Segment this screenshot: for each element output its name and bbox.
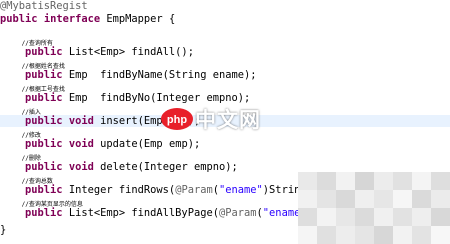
- mosaic-tile: [298, 172, 317, 190]
- php-logo-icon: php: [161, 108, 193, 130]
- mosaic-tile: [393, 190, 412, 208]
- code-text: update(Emp emp);: [93, 138, 201, 150]
- string-literal: "ename": [219, 184, 263, 196]
- keyword: public: [25, 46, 63, 58]
- keyword: public: [25, 138, 63, 150]
- mosaic-tile: [412, 172, 431, 190]
- mosaic-tile: [431, 172, 450, 190]
- mosaic-tile: [336, 208, 355, 226]
- code-text: List<Emp> findAll();: [62, 46, 194, 58]
- mosaic-tile: [317, 190, 336, 208]
- code-text: Emp findByName(String ename);: [62, 69, 257, 81]
- php-watermark: php 中文网: [160, 105, 264, 135]
- mosaic-tile: [355, 190, 374, 208]
- mosaic-tile: [298, 190, 317, 208]
- mosaic-tile: [431, 208, 450, 226]
- code-line: public Emp findByNo(Integer empno);: [0, 92, 250, 104]
- annotation: @MybatisRegist: [0, 0, 88, 12]
- code-text: }: [0, 224, 7, 236]
- mosaic-tile: [374, 172, 393, 190]
- code-text: Emp findByNo(Integer empno);: [62, 92, 251, 104]
- pixelated-mosaic: [298, 172, 450, 244]
- code-text: List<Emp> findAllByPage(: [62, 207, 219, 219]
- mosaic-tile: [412, 190, 431, 208]
- keyword: void: [68, 115, 94, 127]
- code-line: public List<Emp> findAllByPage(@Param("e…: [0, 207, 307, 219]
- keyword: public: [25, 115, 63, 127]
- code-line: public interface EmpMapper {: [0, 13, 175, 25]
- mosaic-tile: [374, 226, 393, 244]
- mosaic-tile: [412, 226, 431, 244]
- keyword: public: [25, 161, 63, 173]
- code-line: public void delete(Integer empno);: [0, 161, 238, 173]
- annotation: @Param: [218, 207, 257, 219]
- mosaic-tile: [374, 190, 393, 208]
- keyword: public: [25, 69, 63, 81]
- keyword: interface: [43, 13, 101, 25]
- code-text: Integer findRows(: [62, 184, 176, 196]
- mosaic-tile: [355, 172, 374, 190]
- keyword: public: [25, 207, 63, 219]
- mosaic-tile: [317, 208, 336, 226]
- keyword: void: [68, 138, 94, 150]
- mosaic-tile: [393, 208, 412, 226]
- mosaic-tile: [317, 172, 336, 190]
- keyword: void: [68, 161, 94, 173]
- annotation: @Param: [175, 184, 213, 196]
- keyword: public: [25, 184, 63, 196]
- code-line: public Emp findByName(String ename);: [0, 69, 257, 81]
- mosaic-tile: [355, 226, 374, 244]
- php-logo-text: php: [167, 114, 187, 126]
- mosaic-tile: [336, 226, 355, 244]
- mosaic-tile: [336, 190, 355, 208]
- mosaic-tile: [393, 226, 412, 244]
- code-line: public Integer findRows(@Param("ename")S…: [0, 184, 307, 196]
- mosaic-tile: [298, 226, 317, 244]
- mosaic-tile: [431, 226, 450, 244]
- code-line: public void update(Emp emp);: [0, 138, 200, 150]
- code-text: EmpMapper {: [100, 13, 176, 25]
- mosaic-tile: [355, 208, 374, 226]
- mosaic-tile: [374, 208, 393, 226]
- mosaic-tile: [298, 208, 317, 226]
- code-line: }: [0, 224, 6, 236]
- mosaic-tile: [336, 172, 355, 190]
- mosaic-tile: [317, 226, 336, 244]
- code-line: @MybatisRegist: [0, 0, 88, 12]
- mosaic-tile: [412, 208, 431, 226]
- code-text: delete(Integer empno);: [93, 161, 238, 173]
- keyword: public: [25, 92, 63, 104]
- mosaic-tile: [431, 190, 450, 208]
- keyword: public: [0, 13, 38, 25]
- mosaic-tile: [393, 172, 412, 190]
- code-line: public List<Emp> findAll();: [0, 46, 194, 58]
- watermark-text: 中文网: [195, 108, 261, 132]
